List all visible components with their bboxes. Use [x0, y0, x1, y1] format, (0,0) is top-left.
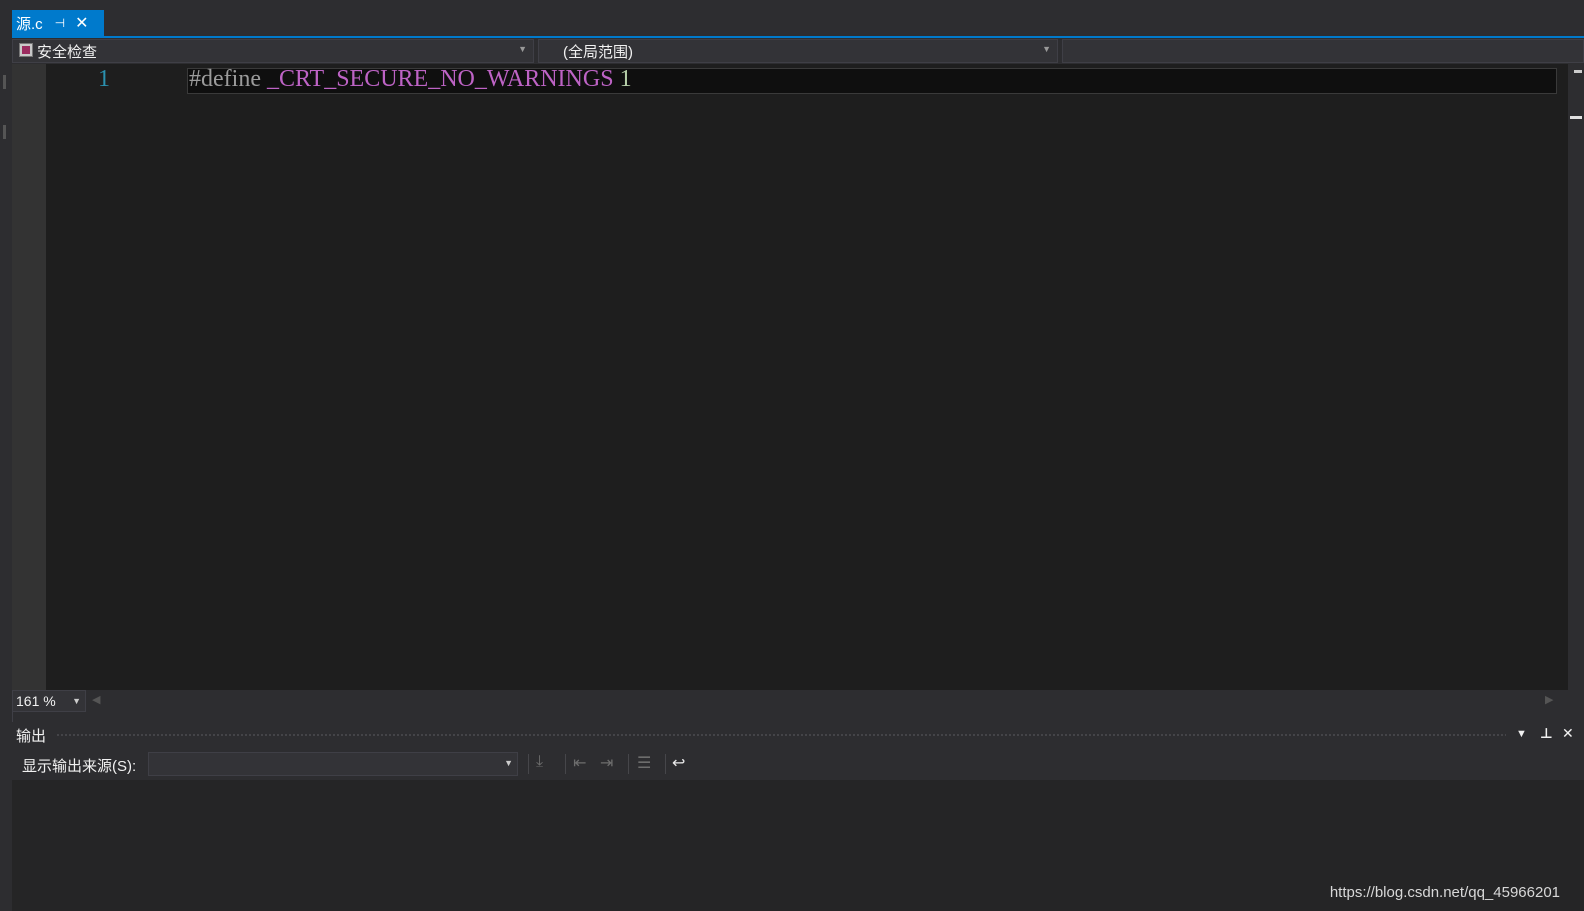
close-panel-icon[interactable]: ✕ [1562, 725, 1574, 742]
vertical-scrollbar[interactable] [1568, 64, 1584, 690]
next-message-icon[interactable]: ⇥ [600, 753, 613, 773]
output-panel-title: 输出 [16, 728, 47, 745]
chevron-down-icon: ▼ [72, 696, 81, 706]
toolbar-separator [565, 754, 566, 774]
toolbar-separator [665, 754, 666, 774]
scope-dropdown[interactable]: (全局范围) ▼ [538, 39, 1058, 63]
scroll-right-icon[interactable]: ▶ [1545, 693, 1553, 706]
pin-panel-icon[interactable]: ⊥ [1540, 725, 1553, 742]
panel-grip[interactable] [56, 733, 1506, 738]
output-source-select[interactable]: ▼ [148, 752, 518, 776]
navigation-bar: 安全检查 ▼ (全局范围) ▼ [12, 38, 1584, 64]
code-editor[interactable]: 1 #define _CRT_SECURE_NO_WARNINGS 1 [12, 64, 1568, 690]
chevron-down-icon: ▼ [504, 758, 513, 768]
output-pane[interactable]: https://blog.csdn.net/qq_45966201 [12, 780, 1584, 911]
toolbar-separator [628, 754, 629, 774]
indicator-margin[interactable] [12, 64, 46, 690]
scope-dropdown-label: (全局范围) [563, 43, 633, 61]
chevron-down-icon: ▼ [518, 44, 527, 54]
panel-menu-icon[interactable]: ▼ [1516, 728, 1527, 740]
project-dropdown[interactable]: 安全检查 ▼ [12, 39, 534, 63]
project-icon [19, 43, 33, 57]
word-wrap-icon[interactable]: ↩ [672, 753, 685, 773]
tool-strip-marker[interactable] [3, 75, 6, 89]
preprocessor-directive: #define [189, 66, 267, 92]
line-number: 1 [98, 66, 110, 92]
editor-status-row: 161 % ▼ ◀ ▶ [12, 690, 1584, 712]
tool-strip-marker[interactable] [3, 125, 6, 139]
previous-message-icon[interactable]: ⇤ [573, 753, 586, 773]
macro-name: _CRT_SECURE_NO_WARNINGS [266, 66, 614, 92]
visual-studio-window: 源.c ⊣ ✕ 安全检查 ▼ (全局范围) ▼ 1 #define _CRT_S… [0, 0, 1584, 911]
output-panel-header: 输出 ▼ ⊥ ✕ [12, 722, 1584, 748]
tab-filename: 源.c [16, 15, 43, 33]
zoom-dropdown[interactable]: 161 % ▼ [12, 690, 86, 712]
toolbar-separator [528, 754, 529, 774]
close-tab-icon[interactable]: ✕ [75, 13, 88, 33]
project-dropdown-label: 安全检查 [37, 43, 98, 61]
scrollbar-marker [1574, 70, 1582, 73]
scroll-left-icon[interactable]: ◀ [92, 693, 100, 706]
line-number-gutter: 1 [46, 64, 186, 690]
chevron-down-icon: ▼ [1042, 44, 1051, 54]
clear-all-icon[interactable]: ☰ [637, 753, 651, 773]
document-tab[interactable]: 源.c ⊣ ✕ [12, 10, 104, 36]
output-source-label: 显示输出来源(S): [22, 758, 137, 775]
scrollbar-caret-marker [1570, 116, 1582, 119]
pin-icon[interactable]: ⊣ [55, 16, 65, 30]
zoom-level: 161 % [16, 693, 56, 709]
go-to-line-icon[interactable]: ⤓ [536, 753, 543, 771]
member-dropdown[interactable] [1062, 39, 1584, 63]
macro-value: 1 [613, 66, 632, 92]
watermark-text: https://blog.csdn.net/qq_45966201 [1329, 884, 1560, 901]
document-tab-strip: 源.c ⊣ ✕ [12, 0, 1584, 38]
output-toolbar: 显示输出来源(S): ▼ ⤓ ⇤ ⇥ ☰ ↩ [12, 748, 1584, 780]
code-line[interactable]: #define _CRT_SECURE_NO_WARNINGS 1 [189, 66, 632, 93]
